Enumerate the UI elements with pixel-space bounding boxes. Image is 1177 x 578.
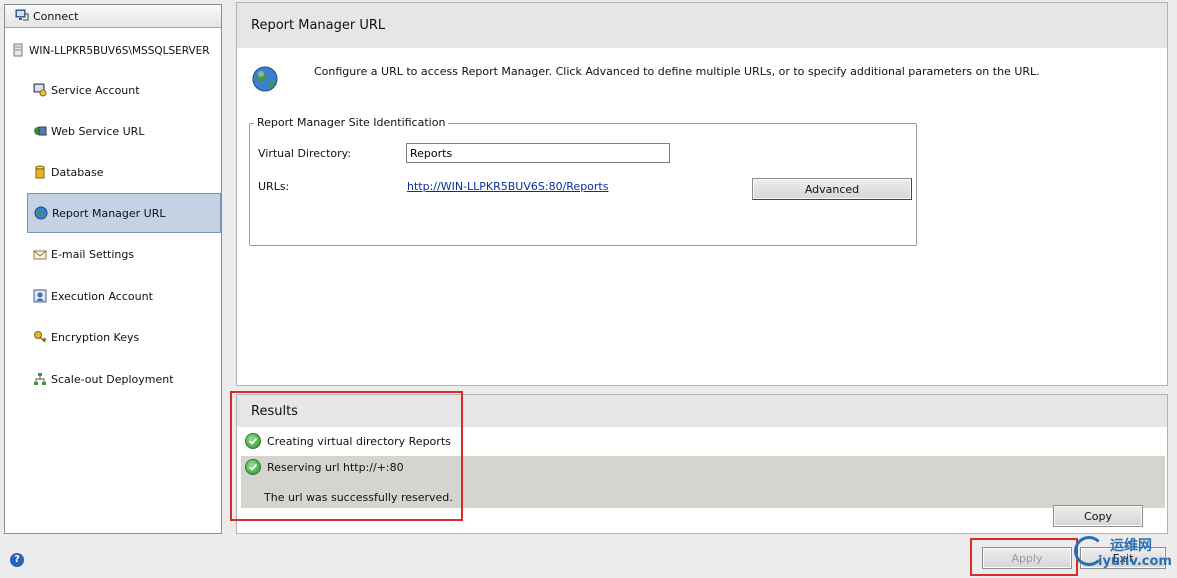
globe-icon — [251, 65, 279, 93]
success-check-icon — [245, 459, 261, 475]
nav-item-email-settings[interactable]: E-mail Settings — [27, 234, 221, 274]
help-icon[interactable]: ? — [10, 553, 24, 567]
urls-label: URLs: — [258, 180, 290, 193]
watermark-text-2: iyunv.com — [1098, 554, 1172, 569]
nav-item-label: Report Manager URL — [52, 206, 166, 220]
nav-item-label: Web Service URL — [51, 124, 145, 138]
server-icon — [13, 43, 23, 60]
nav-item-execution-account[interactable]: Execution Account — [27, 276, 221, 316]
key-icon — [33, 330, 47, 344]
nav-item-label: Scale-out Deployment — [51, 372, 174, 386]
connect-label: Connect — [33, 9, 79, 23]
nav-item-service-account[interactable]: Service Account — [27, 70, 221, 110]
nav-item-web-service-url[interactable]: Web Service URL — [27, 111, 221, 151]
web-service-icon — [33, 124, 47, 138]
virtual-directory-input[interactable] — [406, 143, 670, 163]
page-description: Configure a URL to access Report Manager… — [314, 65, 1040, 78]
service-account-icon — [33, 83, 47, 97]
apply-button[interactable]: Apply — [982, 547, 1072, 569]
nav-item-report-manager-url[interactable]: Report Manager URL — [27, 193, 221, 233]
site-identification-group: Report Manager Site Identification Virtu… — [249, 116, 917, 246]
watermark-logo: 运维网 iyunv.com — [1070, 530, 1174, 576]
globe-icon — [34, 206, 48, 220]
navigation-pane: Connect WIN-LLPKR5BUV6S\MSSQLSERVER Serv… — [4, 4, 222, 534]
execution-account-icon — [33, 289, 47, 303]
nav-item-scale-out-deployment[interactable]: Scale-out Deployment — [27, 359, 221, 399]
scale-out-icon — [33, 372, 47, 386]
connect-button[interactable]: Connect — [5, 5, 221, 28]
nav-item-database[interactable]: Database — [27, 152, 221, 192]
watermark-text-1: 运维网 — [1110, 538, 1152, 554]
report-manager-url-link[interactable]: http://WIN-LLPKR5BUV6S:80/Reports — [407, 180, 608, 193]
success-check-icon — [245, 433, 261, 449]
result-text: Reserving url http://+:80 — [267, 460, 404, 474]
result-text: Creating virtual directory Reports — [267, 434, 451, 448]
page-title: Report Manager URL — [237, 3, 1167, 48]
copy-button[interactable]: Copy — [1053, 505, 1143, 527]
result-detail-text: The url was successfully reserved. — [264, 491, 453, 504]
report-manager-url-panel: Report Manager URL Configure a URL to ac… — [236, 2, 1168, 386]
virtual-directory-label: Virtual Directory: — [258, 147, 352, 160]
nav-item-label: Encryption Keys — [51, 330, 140, 344]
connect-icon — [15, 8, 29, 25]
result-item-selected: Reserving url http://+:80 The url was su… — [241, 456, 1165, 508]
results-panel: Results Creating virtual directory Repor… — [236, 394, 1168, 534]
nav-item-encryption-keys[interactable]: Encryption Keys — [27, 317, 221, 357]
nav-item-label: Database — [51, 165, 104, 179]
results-title: Results — [237, 395, 1167, 427]
result-item: Creating virtual directory Reports — [241, 429, 1163, 453]
email-icon — [33, 247, 47, 261]
advanced-button[interactable]: Advanced — [752, 178, 912, 200]
nav-item-label: E-mail Settings — [51, 247, 135, 261]
group-legend: Report Manager Site Identification — [254, 116, 449, 129]
server-node[interactable]: WIN-LLPKR5BUV6S\MSSQLSERVER — [5, 42, 221, 60]
nav-item-label: Execution Account — [51, 289, 153, 303]
server-label: WIN-LLPKR5BUV6S\MSSQLSERVER — [29, 45, 210, 57]
database-icon — [33, 165, 47, 179]
nav-item-label: Service Account — [51, 83, 140, 97]
